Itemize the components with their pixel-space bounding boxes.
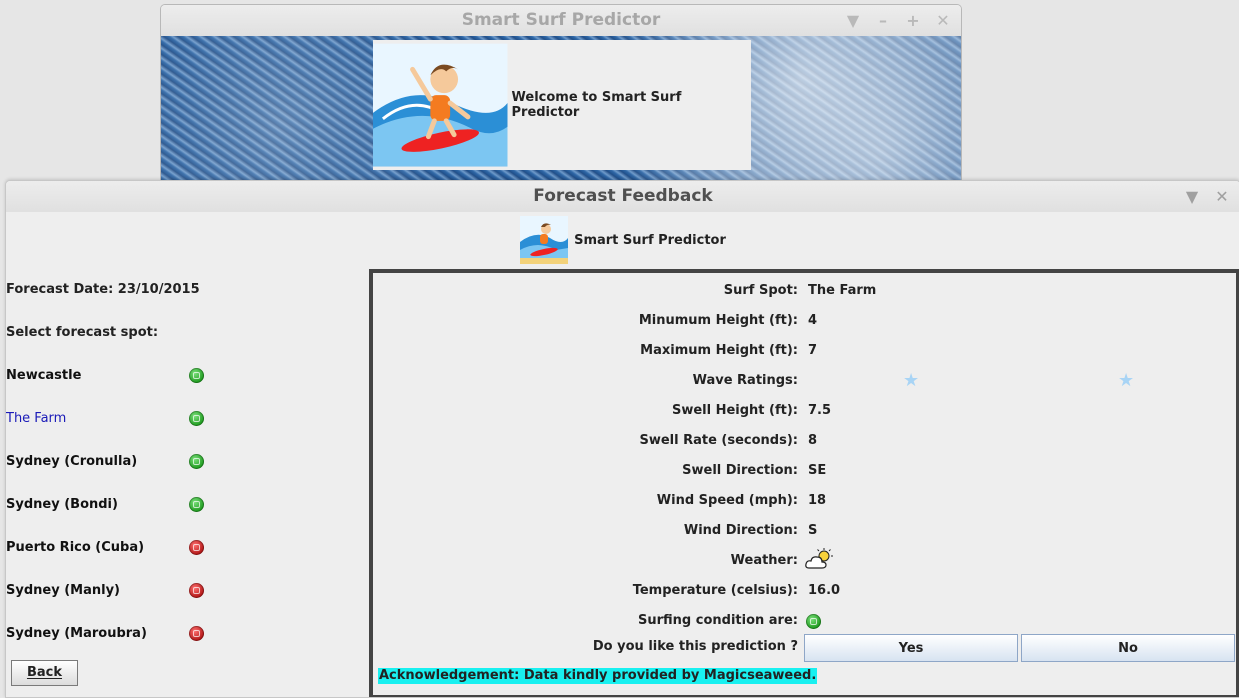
detail-label: Swell Rate (seconds): [639,433,798,448]
detail-value: 4 [808,313,818,328]
main-window: Smart Surf Predictor ▼ – + ✕ Welcome to … [160,4,962,182]
status-red-icon [189,626,204,641]
detail-label: Surfing condition are: [638,613,798,628]
detail-row-swell-rate: Swell Rate (seconds): 8 [373,429,1236,453]
detail-value: 7.5 [808,403,832,418]
detail-value: 8 [808,433,818,448]
detail-row-wave-ratings: Wave Ratings: ★ ★ [373,369,1236,393]
close-icon[interactable]: ✕ [1214,181,1230,212]
menu-icon[interactable]: ▼ [845,5,861,36]
main-window-controls: ▼ – + ✕ [845,5,951,36]
select-spot-label: Select forecast spot: [6,325,159,340]
detail-row-temperature: Temperature (celsius): 16.0 [373,579,1236,603]
no-button[interactable]: No [1021,634,1235,662]
welcome-panel: Welcome to Smart Surf Predictor [373,40,751,170]
forecast-window-titlebar: Forecast Feedback ▼ ✕ [6,181,1239,212]
detail-row-max-height: Maximum Height (ft): 7 [373,339,1236,363]
star-icon: ★ [903,370,920,391]
detail-label: Weather: [730,553,798,568]
app-header-title: Smart Surf Predictor [574,232,726,248]
yes-button[interactable]: Yes [804,634,1018,662]
main-window-title: Smart Surf Predictor [461,10,661,30]
forecast-date-label: Forecast Date: 23/10/2015 [6,282,200,297]
surfer-logo-icon [373,43,508,167]
detail-row-swell-direction: Swell Direction: SE [373,459,1236,483]
detail-label: Swell Height (ft): [671,403,798,418]
detail-label: Minumum Height (ft): [638,313,798,328]
forecast-window-controls: ▼ ✕ [1184,181,1230,212]
star-icon: ★ [1118,370,1135,391]
spot-item-sydney-cronulla[interactable]: Sydney (Cronulla) [6,454,137,469]
detail-label: Temperature (celsius): [632,583,798,598]
maximize-icon[interactable]: + [905,5,921,36]
status-green-icon [189,368,204,383]
cloud-sun-icon [805,548,833,569]
status-green-icon [806,614,821,629]
spot-item-sydney-manly[interactable]: Sydney (Manly) [6,583,120,598]
spot-item-sydney-bondi[interactable]: Sydney (Bondi) [6,497,118,512]
detail-row-surf-condition: Surfing condition are: [373,609,1236,633]
status-green-icon [189,497,204,512]
detail-value: SE [808,463,827,478]
detail-row-wind-direction: Wind Direction: S [373,519,1236,543]
detail-label: Swell Direction: [682,463,798,478]
detail-value: S [808,523,818,538]
forecast-details-panel: Surf Spot: The Farm Minumum Height (ft):… [369,269,1239,697]
back-button[interactable]: Back [11,660,78,686]
detail-label: Wave Ratings: [692,373,798,388]
detail-row-min-height: Minumum Height (ft): 4 [373,309,1236,333]
spot-item-sydney-maroubra[interactable]: Sydney (Maroubra) [6,626,147,641]
detail-row-wind-speed: Wind Speed (mph): 18 [373,489,1236,513]
welcome-message: Welcome to Smart Surf Predictor [511,90,682,120]
spot-item-the-farm[interactable]: The Farm [6,411,66,426]
detail-label: Maximum Height (ft): [640,343,798,358]
detail-value: The Farm [808,283,877,298]
detail-label: Surf Spot: [723,283,798,298]
surfer-logo-icon [520,216,569,264]
forecast-window-title: Forecast Feedback [533,186,713,206]
menu-icon[interactable]: ▼ [1184,181,1200,212]
status-green-icon [189,454,204,469]
status-red-icon [189,583,204,598]
detail-row-weather: Weather: [373,548,1236,573]
detail-row-surf-spot: Surf Spot: The Farm [373,279,1236,303]
detail-value: 7 [808,343,818,358]
app-header: Smart Surf Predictor [6,214,1239,266]
main-window-titlebar: Smart Surf Predictor ▼ – + ✕ [161,5,961,36]
forecast-feedback-window: Forecast Feedback ▼ ✕ Smart Surf Predict… [5,180,1239,698]
detail-row-swell-height: Swell Height (ft): 7.5 [373,399,1236,423]
feedback-question: Do you like this prediction ? [592,639,798,654]
detail-label: Wind Speed (mph): [656,493,798,508]
close-icon[interactable]: ✕ [935,5,951,36]
detail-value: 16.0 [808,583,841,598]
status-green-icon [189,411,204,426]
acknowledgement-label: Acknowledgement: Data kindly provided by… [378,668,818,684]
spot-item-newcastle[interactable]: Newcastle [6,368,81,383]
detail-label: Wind Direction: [683,523,798,538]
spot-item-puerto-rico-cuba[interactable]: Puerto Rico (Cuba) [6,540,144,555]
status-red-icon [189,540,204,555]
detail-value: 18 [808,493,827,508]
minimize-icon[interactable]: – [875,5,891,36]
